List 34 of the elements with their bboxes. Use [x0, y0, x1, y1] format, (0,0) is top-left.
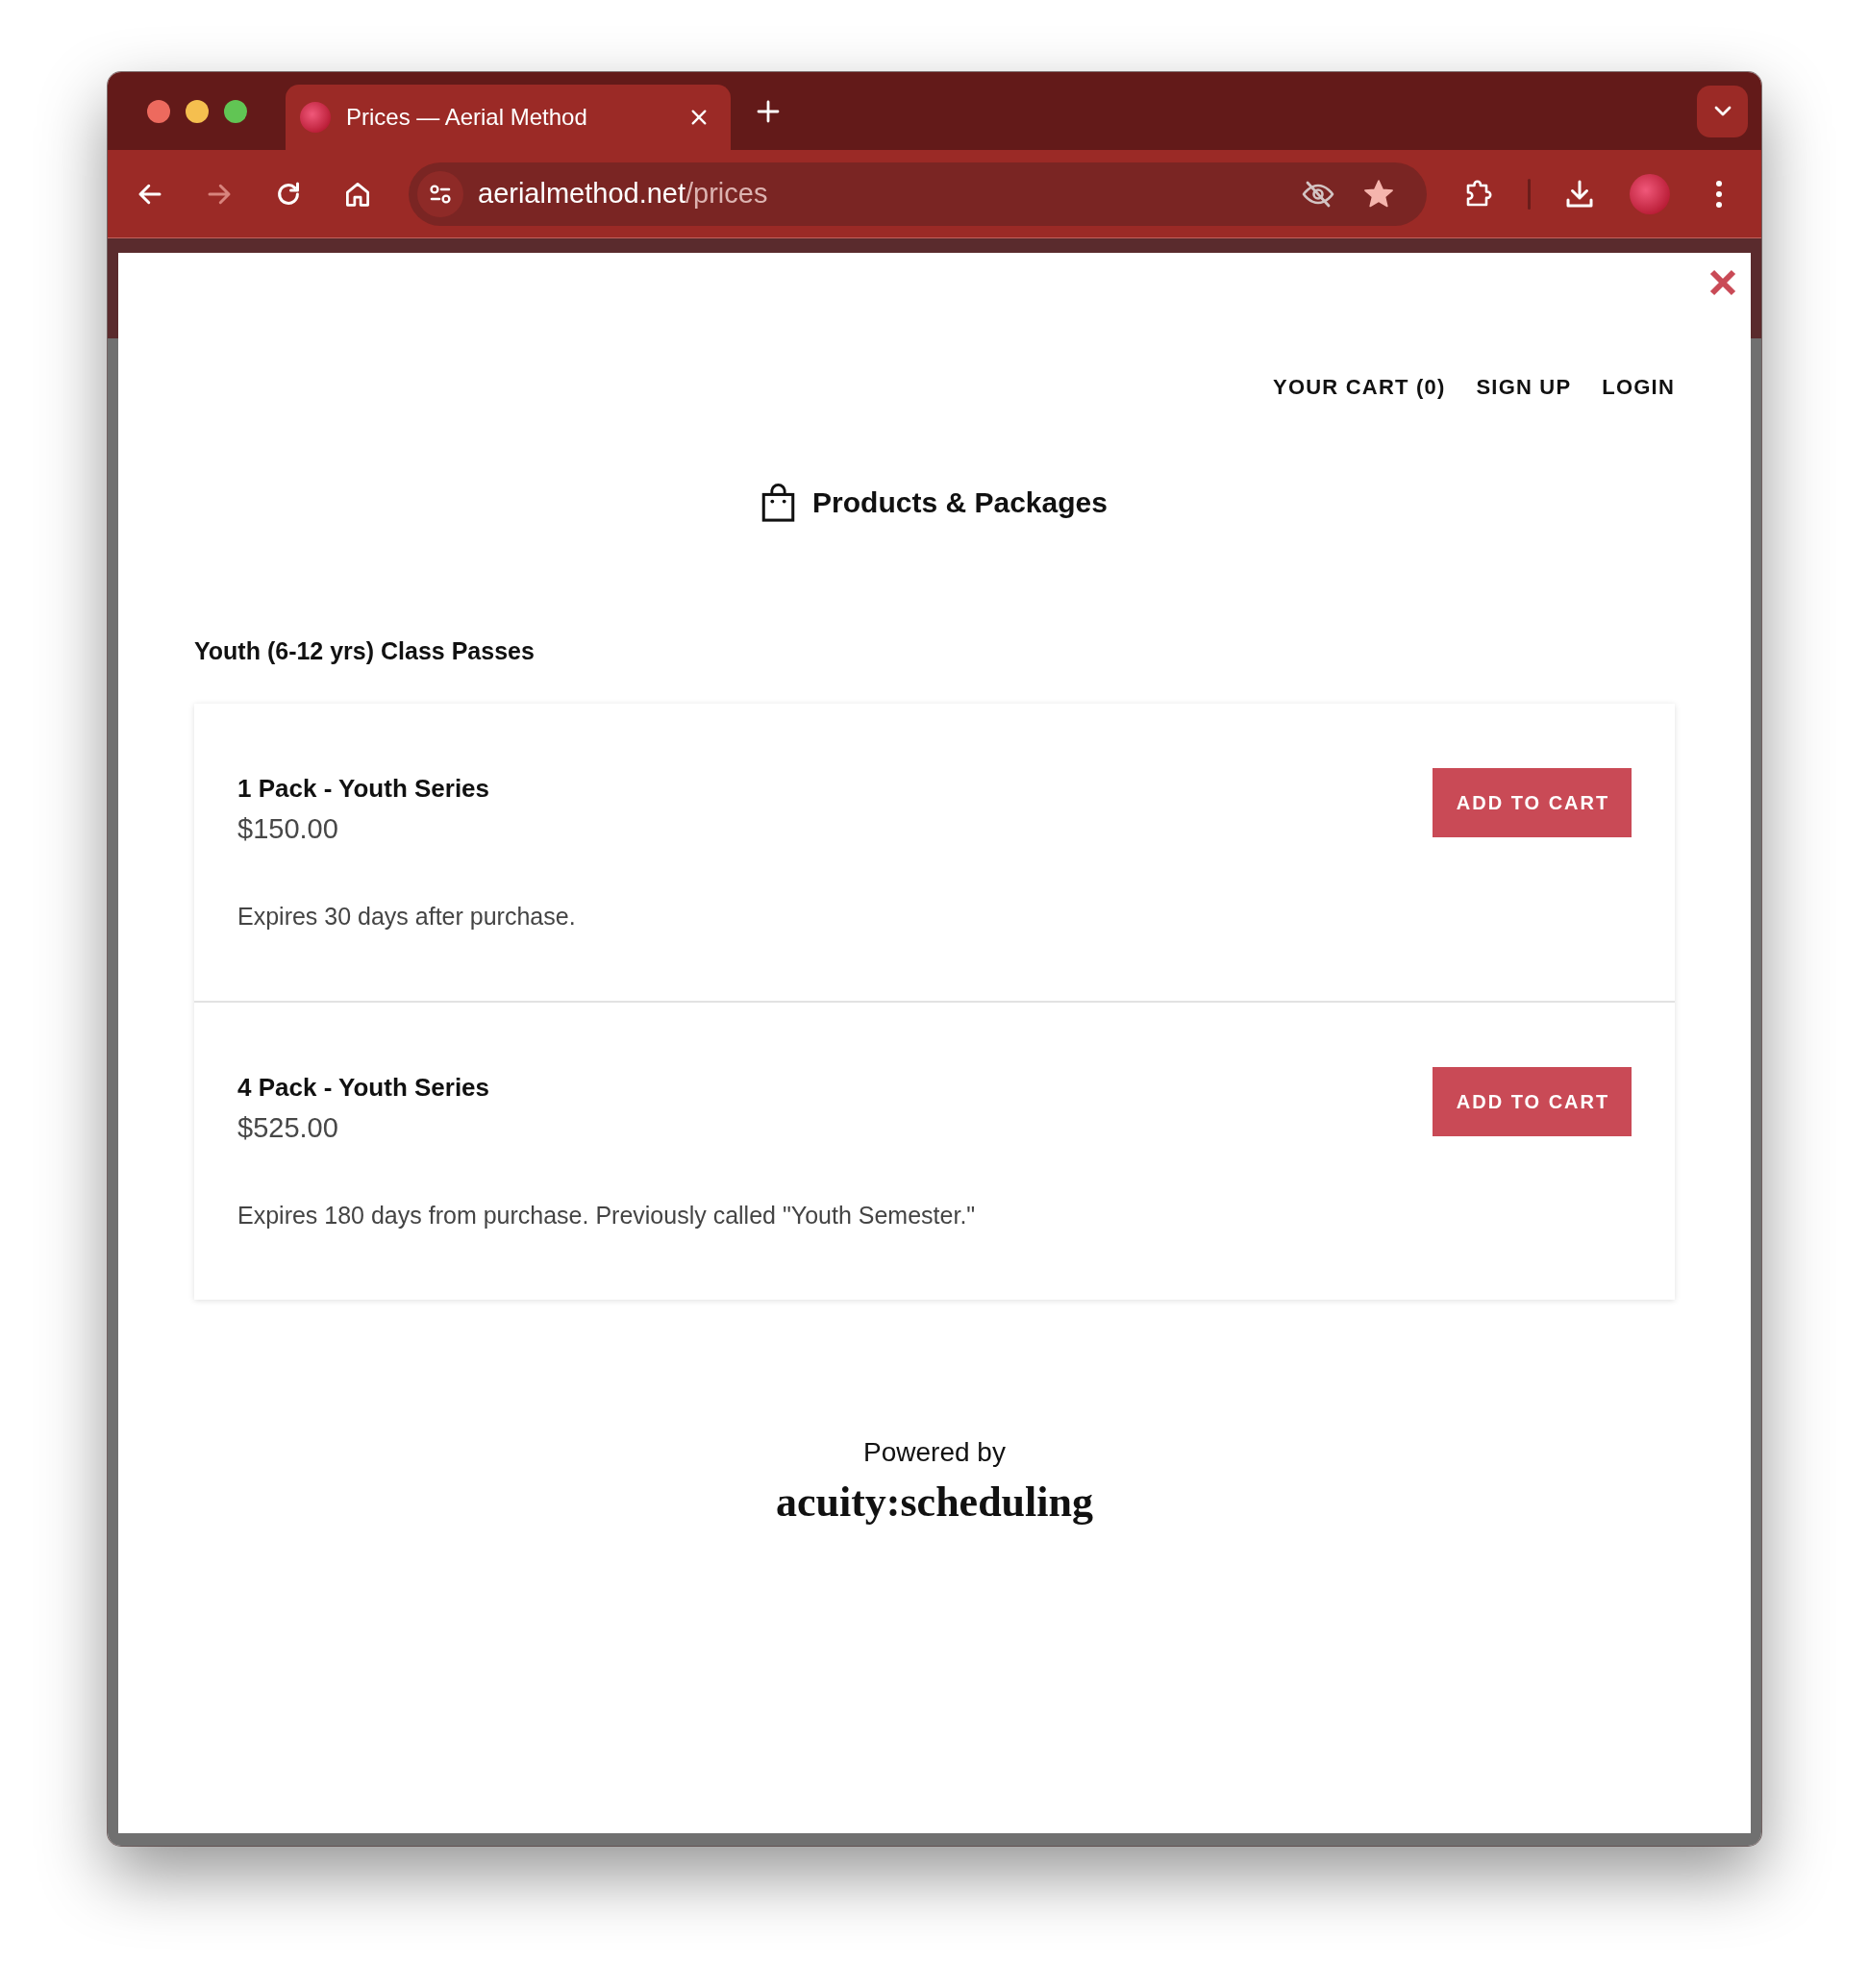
powered-by-text: Powered by [863, 1436, 1006, 1469]
add-to-cart-button[interactable]: ADD TO CART [1433, 768, 1632, 837]
product-description: Expires 30 days after purchase. [237, 902, 577, 932]
window-close-button[interactable] [147, 99, 170, 123]
more-menu-icon[interactable] [1715, 179, 1723, 209]
window-zoom-button[interactable] [224, 99, 247, 123]
close-icon[interactable] [1707, 267, 1738, 298]
section-title: Youth (6-12 yrs) Class Passes [194, 636, 536, 666]
tab-close-icon[interactable] [690, 109, 708, 126]
chevron-down-icon [1712, 105, 1732, 117]
product-description: Expires 180 days from purchase. Previously called "Youth Semester." [237, 1201, 977, 1230]
address-bar[interactable]: aerialmethod.net/prices [409, 162, 1427, 226]
download-icon[interactable] [1564, 178, 1595, 210]
product-price: $150.00 [237, 812, 339, 846]
new-tab-icon[interactable] [757, 99, 780, 123]
add-to-cart-button[interactable]: ADD TO CART [1433, 1067, 1632, 1136]
tab-title: Prices — Aerial Method [346, 104, 587, 131]
star-icon[interactable] [1363, 178, 1394, 210]
product-name: 4 Pack - Youth Series [237, 1072, 490, 1104]
site-settings-icon[interactable] [417, 170, 463, 217]
nav-link[interactable]: YOUR CART (0) [1273, 374, 1446, 401]
favicon-icon [300, 102, 331, 133]
product-price: $525.00 [237, 1111, 339, 1145]
nav-link[interactable]: SIGN UP [1476, 374, 1572, 401]
url-text: aerialmethod.net/prices [478, 178, 768, 210]
product-name: 1 Pack - Youth Series [237, 773, 490, 805]
logo-wordmark[interactable]: acuity:scheduling [775, 1477, 1093, 1528]
shopping-bag-icon [761, 484, 796, 522]
page-heading: Products & Packages [812, 485, 1108, 520]
nav-link[interactable]: LOGIN [1602, 374, 1675, 401]
browser-tab[interactable]: Prices — Aerial Method [286, 85, 731, 150]
eye-slash-icon[interactable] [1301, 179, 1335, 209]
tab-search-button[interactable] [1697, 85, 1748, 137]
window-minimize-button[interactable] [186, 99, 209, 123]
